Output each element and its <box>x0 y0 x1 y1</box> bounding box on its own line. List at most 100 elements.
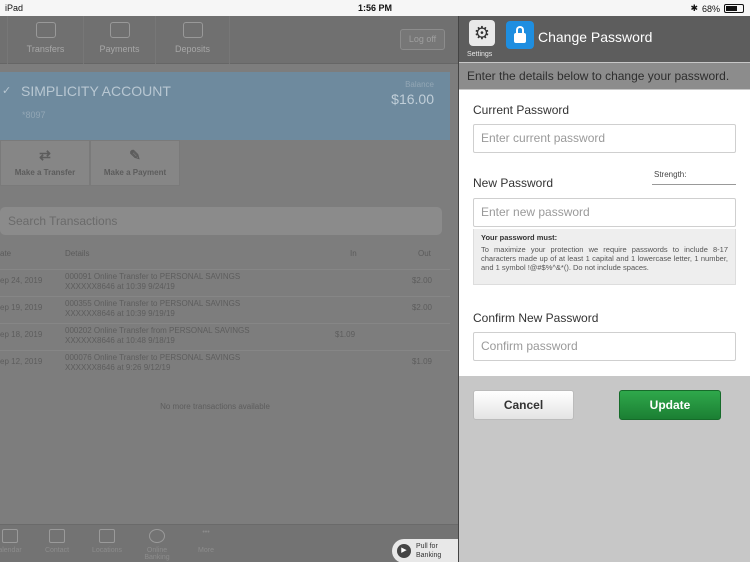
checkmark-icon: ✓ <box>2 85 12 97</box>
tab-contact[interactable]: Contact <box>35 529 79 554</box>
row-details: 000091 Online Transfer to PERSONAL SAVIN… <box>65 272 240 292</box>
no-more-transactions: No more transactions available <box>160 402 270 411</box>
tab-calendar[interactable]: alendar <box>0 529 32 554</box>
account-number: *8097 <box>22 110 46 120</box>
tab-more[interactable]: ••• More <box>184 529 228 554</box>
quick-actions: ⇄ Make a Transfer ✎ Make a Payment <box>0 140 180 186</box>
status-bar: iPad 1:56 PM ✱ 68% <box>0 0 750 16</box>
deposits-icon <box>182 22 203 38</box>
row-date: ep 18, 2019 <box>0 330 43 339</box>
battery-icon <box>724 4 744 13</box>
tab-transfers[interactable]: Transfers <box>8 16 84 64</box>
table-row[interactable]: ep 24, 2019 000091 Online Transfer to PE… <box>0 269 450 295</box>
panel-header: ⚙ Settings Change Password <box>459 16 750 62</box>
change-password-panel: ⚙ Settings Change Password Enter the det… <box>458 16 750 562</box>
tab-online-banking-label: Online Banking <box>144 547 170 561</box>
row-in: $1.09 <box>335 330 356 339</box>
balance-label: Balance <box>405 80 434 89</box>
strength-meter: Strength: <box>652 170 736 185</box>
transfers-icon <box>35 22 56 38</box>
tab-payments-label: Payments <box>99 44 140 54</box>
new-password-label: New Password <box>473 176 554 190</box>
envelope-icon <box>49 529 65 543</box>
bottom-tab-bar: alendar Contact Locations Online Banking… <box>0 524 458 562</box>
row-date: ep 19, 2019 <box>0 303 43 312</box>
table-row[interactable]: ep 19, 2019 000355 Online Transfer to PE… <box>0 296 450 322</box>
balance-value: $16.00 <box>391 91 434 107</box>
tab-calendar-label: alendar <box>0 547 22 554</box>
tab-locations-label: Locations <box>92 547 122 554</box>
header-in: In <box>350 249 357 258</box>
globe-icon <box>149 529 165 543</box>
account-name: SIMPLICITY ACCOUNT <box>21 83 171 99</box>
row-details-line2: XXXXXX8646 at 10:39 9/19/19 <box>65 309 175 318</box>
current-password-input[interactable]: Enter current password <box>473 124 736 153</box>
top-nav: Transfers Payments Deposits Log off <box>0 16 458 64</box>
row-date: ep 24, 2019 <box>0 276 43 285</box>
search-transactions-input[interactable]: Search Transactions <box>0 207 442 235</box>
row-details-line2: XXXXXX8646 at 10:39 9/24/19 <box>65 282 175 291</box>
calendar-icon <box>2 529 18 543</box>
update-button[interactable]: Update <box>619 390 721 420</box>
table-row[interactable]: ep 12, 2019 000076 Online Transfer to PE… <box>0 350 450 376</box>
tab-contact-label: Contact <box>44 547 70 554</box>
row-out: $1.09 <box>411 357 432 366</box>
map-pin-icon <box>99 529 115 543</box>
panel-instructions: Enter the details below to change your p… <box>459 63 750 89</box>
screen: iPad 1:56 PM ✱ 68% Transfers Payments De… <box>0 0 750 562</box>
play-icon: ▶ <box>397 544 411 558</box>
row-details-line1: 000076 Online Transfer to PERSONAL SAVIN… <box>65 353 241 362</box>
make-payment-label: Make a Payment <box>103 168 167 177</box>
battery-percent: 68% <box>701 3 720 14</box>
tab-online-banking[interactable]: Online Banking <box>135 529 179 561</box>
row-details-line2: XXXXXX8646 at 10:48 9/18/19 <box>65 336 175 345</box>
tab-payments[interactable]: Payments <box>84 16 156 64</box>
header-out: Out <box>418 249 431 258</box>
gear-icon: ⚙ <box>473 23 491 43</box>
current-password-label: Current Password <box>473 103 570 117</box>
settings-button[interactable]: ⚙ <box>469 20 495 46</box>
row-details: 000202 Online Transfer from PERSONAL SAV… <box>65 326 250 346</box>
tab-deposits[interactable]: Deposits <box>156 16 230 64</box>
password-rules-body: To maximize your protection we require p… <box>481 245 728 272</box>
header-date: ate <box>0 249 12 258</box>
settings-label: Settings <box>467 51 493 58</box>
table-row[interactable]: ep 18, 2019 000202 Online Transfer from … <box>0 323 450 349</box>
tab-more-label: More <box>198 547 214 554</box>
tab-locations[interactable]: Locations <box>85 529 129 554</box>
tab-transfers-label: Transfers <box>26 44 65 54</box>
cancel-button[interactable]: Cancel <box>473 390 574 420</box>
row-details-line2: XXXXXX8646 at 9:26 9/12/19 <box>65 363 171 372</box>
password-rules: Your password must: To maximize your pro… <box>473 229 736 285</box>
nav-tab-edge <box>0 16 8 64</box>
payments-icon <box>109 22 130 38</box>
confirm-password-input[interactable]: Confirm password <box>473 332 736 361</box>
lock-icon <box>506 21 534 49</box>
status-right: ✱ 68% <box>690 3 744 14</box>
password-form: Current Password Enter current password … <box>459 90 750 376</box>
make-transfer-label: Make a Transfer <box>14 168 76 177</box>
row-details-line1: 000091 Online Transfer to PERSONAL SAVIN… <box>65 272 241 281</box>
confirm-password-label: Confirm New Password <box>473 311 599 325</box>
new-password-input[interactable]: Enter new password <box>473 198 736 227</box>
logoff-button[interactable]: Log off <box>400 29 445 50</box>
tab-deposits-label: Deposits <box>174 44 210 54</box>
row-details-line1: 000355 Online Transfer to PERSONAL SAVIN… <box>65 299 241 308</box>
pull-for-banking-label: Pull for Banking <box>416 543 442 559</box>
account-card[interactable]: ✓ SIMPLICITY ACCOUNT *8097 Balance $16.0… <box>0 72 450 140</box>
row-out: $2.00 <box>411 276 432 285</box>
ellipsis-icon: ••• <box>202 529 210 536</box>
make-transfer-button[interactable]: ⇄ Make a Transfer <box>0 140 90 186</box>
row-date: ep 12, 2019 <box>0 357 43 366</box>
check-pen-icon: ✎ <box>129 147 141 163</box>
banking-app-background: Transfers Payments Deposits Log off ✓ SI… <box>0 16 458 562</box>
password-rules-title: Your password must: <box>481 233 558 242</box>
transactions-header: ate Details In Out <box>0 248 450 268</box>
row-details: 000355 Online Transfer to PERSONAL SAVIN… <box>65 299 240 319</box>
bluetooth-icon: ✱ <box>690 3 698 13</box>
clock: 1:56 PM <box>357 3 392 13</box>
row-out: $2.00 <box>411 303 432 312</box>
pull-for-banking-handle[interactable]: ▶ Pull for Banking <box>392 539 458 562</box>
make-payment-button[interactable]: ✎ Make a Payment <box>90 140 180 186</box>
panel-title: Change Password <box>538 29 653 45</box>
